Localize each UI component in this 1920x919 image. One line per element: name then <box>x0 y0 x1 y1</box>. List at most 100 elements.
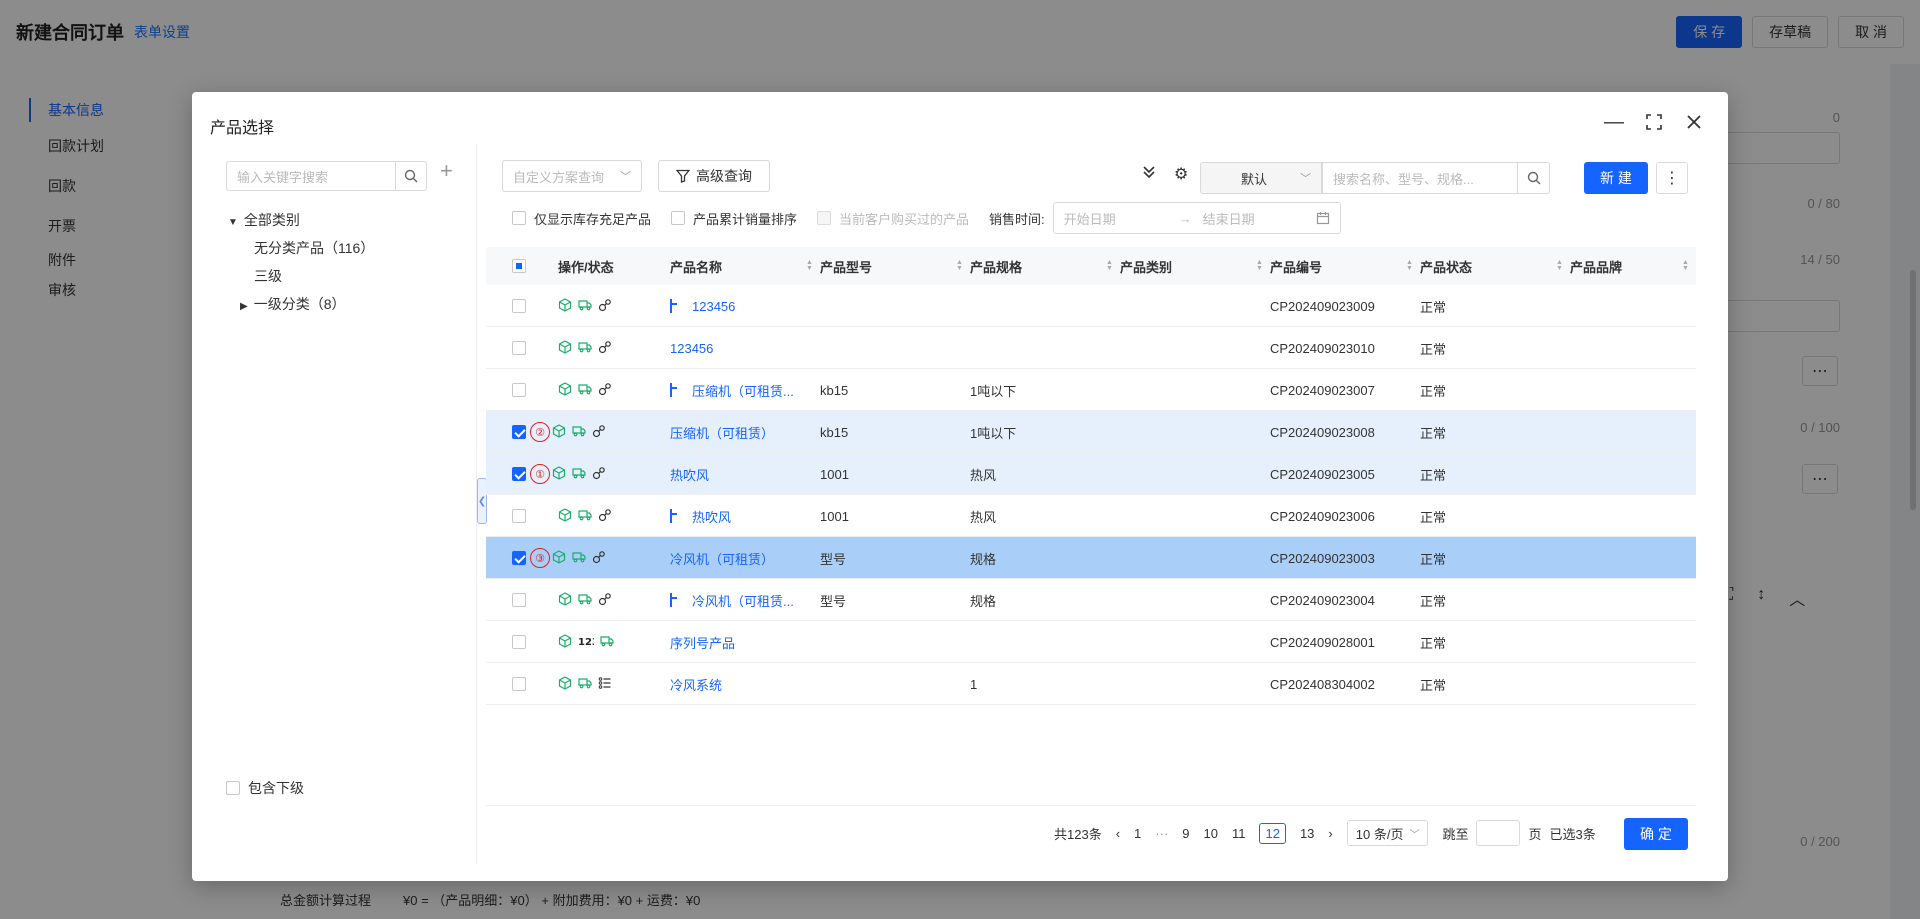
inventory-icon[interactable] <box>552 549 566 567</box>
col-name[interactable]: 产品名称 ▲ ▼ <box>670 247 820 285</box>
row-checkbox[interactable] <box>512 411 526 453</box>
delivery-icon[interactable] <box>572 466 586 483</box>
product-name-link[interactable]: 123456 <box>670 341 713 356</box>
row-checkbox[interactable] <box>512 369 526 411</box>
confirm-button[interactable]: 确 定 <box>1624 818 1688 850</box>
col-category[interactable]: 产品类别 ▲ ▼ <box>1120 247 1270 285</box>
inventory-icon[interactable] <box>558 339 572 357</box>
delivery-icon[interactable] <box>572 550 586 567</box>
sort-icon[interactable]: ▲ ▼ <box>806 259 814 272</box>
checkbox[interactable] <box>512 509 526 523</box>
product-name-cell[interactable]: 123456 <box>670 285 815 327</box>
delivery-icon[interactable] <box>578 382 592 399</box>
next-page-icon[interactable]: › <box>1328 826 1332 841</box>
scheme-select[interactable]: 自定义方案查询 ﹀ <box>502 160 642 192</box>
checkbox[interactable] <box>512 259 526 273</box>
product-name-cell[interactable]: 冷风机（可租赁） <box>670 537 815 579</box>
page-9[interactable]: 9 <box>1182 826 1189 841</box>
checkbox[interactable] <box>512 677 526 691</box>
close-icon[interactable] <box>1682 110 1706 134</box>
page-11[interactable]: 11 <box>1232 826 1246 841</box>
col-model[interactable]: 产品型号 ▲ ▼ <box>820 247 970 285</box>
product-name-link[interactable]: 冷风机（可租赁... <box>692 591 794 610</box>
product-name-cell[interactable]: 冷风机（可租赁... <box>670 579 815 621</box>
product-name-cell[interactable]: 热吹风 <box>670 453 815 495</box>
product-name-cell[interactable]: 压缩机（可租赁） <box>670 411 815 453</box>
product-name-link[interactable]: 压缩机（可租赁... <box>692 381 794 400</box>
link-icon[interactable] <box>598 340 612 357</box>
delivery-icon[interactable] <box>578 340 592 357</box>
product-name-link[interactable]: 压缩机（可租赁） <box>670 423 774 442</box>
add-category-icon[interactable]: + <box>440 158 453 184</box>
product-name-cell[interactable]: 热吹风 <box>670 495 815 537</box>
checkbox[interactable] <box>512 467 526 481</box>
checkbox[interactable] <box>512 635 526 649</box>
table-row[interactable]: 压缩机（可租赁... kb15 1吨以下 CP202409023007 正常 <box>486 369 1696 411</box>
row-checkbox[interactable] <box>512 537 526 579</box>
serial-number-icon[interactable]: 123 <box>578 634 599 651</box>
link-icon[interactable] <box>592 424 606 441</box>
maximize-icon[interactable] <box>1642 110 1666 134</box>
col-brand[interactable]: 产品品牌 ▲ ▼ <box>1570 247 1696 285</box>
caret-right-icon[interactable]: ▶ <box>240 301 248 312</box>
col-spec[interactable]: 产品规格 ▲ ▼ <box>970 247 1120 285</box>
checkbox[interactable] <box>226 781 240 795</box>
link-icon[interactable] <box>592 466 606 483</box>
sort-icon[interactable]: ▲ ▼ <box>956 259 964 272</box>
col-code[interactable]: 产品编号 ▲ ▼ <box>1270 247 1420 285</box>
checkbox[interactable] <box>512 425 526 439</box>
table-row[interactable]: ③ 冷风机（可租赁） 型号 规格 CP202409023003 正常 <box>486 537 1696 579</box>
gear-icon[interactable]: ⚙ <box>1174 164 1188 184</box>
product-name-link[interactable]: 冷风系统 <box>670 675 722 694</box>
table-row[interactable]: ② 压缩机（可租赁） kb15 1吨以下 CP202409023008 正常 <box>486 411 1696 453</box>
inventory-icon[interactable] <box>558 381 572 399</box>
category-search-input[interactable]: 输入关键字搜索 <box>226 161 396 191</box>
page-1[interactable]: 1 <box>1134 826 1141 841</box>
checkbox[interactable] <box>512 551 526 565</box>
link-icon[interactable] <box>598 592 612 609</box>
product-search-input[interactable]: 搜索名称、型号、规格... <box>1322 162 1518 194</box>
include-sub-checkbox[interactable]: 包含下级 <box>226 778 304 798</box>
delivery-icon[interactable] <box>600 634 614 651</box>
row-checkbox[interactable] <box>512 579 526 621</box>
inventory-icon[interactable] <box>558 507 572 525</box>
table-row[interactable]: 123 序列号产品 CP202409028001 正常 <box>486 621 1696 663</box>
page-size-select[interactable]: 10 条/页 ﹀ <box>1346 820 1429 846</box>
more-vertical-icon[interactable]: ⋮ <box>1656 162 1688 194</box>
link-icon[interactable] <box>598 508 612 525</box>
product-name-link[interactable]: 热吹风 <box>670 465 709 484</box>
checkbox[interactable] <box>512 341 526 355</box>
product-name-cell[interactable]: 压缩机（可租赁... <box>670 369 815 411</box>
link-icon[interactable] <box>598 382 612 399</box>
product-name-link[interactable]: 序列号产品 <box>670 633 735 652</box>
sale-date-range[interactable]: 开始日期 → 结束日期 <box>1052 202 1341 234</box>
page-13[interactable]: 13 <box>1300 826 1314 841</box>
checkbox[interactable] <box>512 593 526 607</box>
inventory-icon[interactable] <box>552 423 566 441</box>
tree-node-level3[interactable]: 三级 <box>254 266 282 286</box>
tree-node-level1[interactable]: ▶ 一级分类（8） <box>240 294 346 314</box>
inventory-icon[interactable] <box>558 591 572 609</box>
table-row[interactable]: 冷风机（可租赁... 型号 规格 CP202409023004 正常 <box>486 579 1696 621</box>
sort-icon[interactable]: ▲ ▼ <box>1556 259 1564 272</box>
tree-node-uncategorized[interactable]: 无分类产品（116） <box>254 238 374 258</box>
jump-page-input[interactable] <box>1476 820 1521 846</box>
row-checkbox[interactable] <box>512 453 526 495</box>
product-search-button[interactable] <box>1518 162 1550 194</box>
product-name-link[interactable]: 冷风机（可租赁） <box>670 549 774 568</box>
delivery-icon[interactable] <box>572 424 586 441</box>
tree-node-root[interactable]: ▼ 全部类别 <box>228 210 300 230</box>
table-row[interactable]: 热吹风 1001 热风 CP202409023006 正常 <box>486 495 1696 537</box>
select-all-checkbox[interactable] <box>512 247 526 285</box>
checkbox[interactable] <box>512 299 526 313</box>
delivery-icon[interactable] <box>578 676 592 693</box>
category-search-button[interactable] <box>395 161 427 191</box>
inventory-icon[interactable] <box>558 297 572 315</box>
table-row[interactable]: 123456 CP202409023010 正常 <box>486 327 1696 369</box>
inventory-icon[interactable] <box>558 633 572 651</box>
minimize-icon[interactable]: — <box>1602 110 1626 134</box>
page-10[interactable]: 10 <box>1204 826 1218 841</box>
inventory-icon[interactable] <box>558 675 572 693</box>
product-name-cell[interactable]: 冷风系统 <box>670 663 815 705</box>
row-checkbox[interactable] <box>512 285 526 327</box>
